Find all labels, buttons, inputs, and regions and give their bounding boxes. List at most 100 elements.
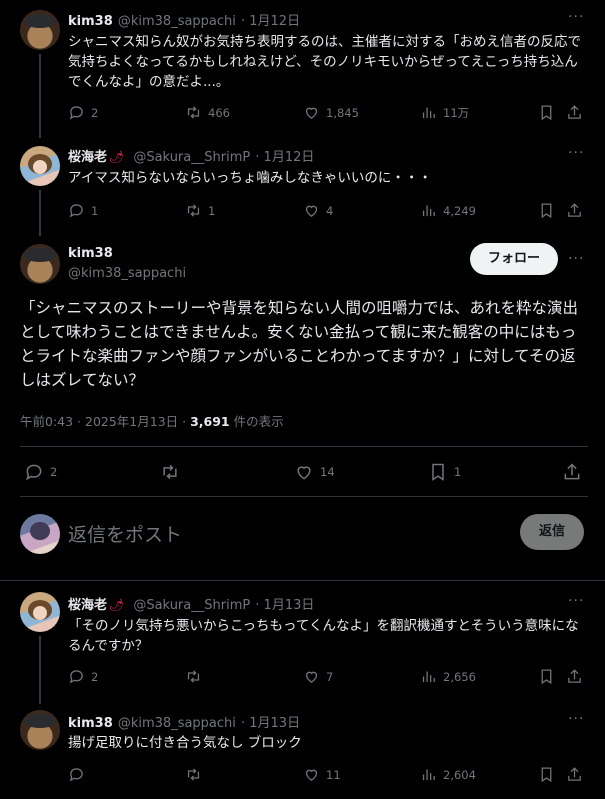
avatar[interactable]	[20, 146, 60, 186]
reply-button[interactable]	[68, 766, 85, 783]
tweet-date[interactable]: · 1月12日	[255, 150, 314, 165]
avatar[interactable]	[20, 10, 60, 50]
avatar[interactable]	[20, 710, 60, 750]
views-button[interactable]: 4,249	[420, 202, 476, 219]
display-name[interactable]: 桜海老	[68, 150, 107, 165]
tweet-text: 「そのノリ気持ち悪いからこっちもってくんなよ」を翻訳機通すとそういう意味になるん…	[68, 618, 579, 654]
reply-icon	[68, 104, 85, 121]
share-icon	[566, 104, 583, 121]
views-button[interactable]: 11万	[420, 104, 469, 121]
display-name[interactable]: kim38	[68, 14, 113, 29]
divider	[20, 446, 588, 447]
retweet-icon	[185, 202, 202, 219]
bookmark-icon	[538, 202, 555, 219]
retweet-button[interactable]: 466	[185, 104, 230, 121]
reply-button[interactable]: 2	[68, 668, 98, 685]
bookmark-icon	[538, 104, 555, 121]
main-tweet-text: 「シャニマスのストーリーや背景を知らない人間の咀嚼力では、あれを粋な演出として味…	[20, 299, 579, 389]
bookmark-icon	[538, 766, 555, 783]
heart-icon	[303, 104, 320, 121]
like-button[interactable]: 7	[303, 668, 333, 685]
shrimp-icon: 🌶	[109, 598, 125, 612]
share-icon	[562, 462, 582, 482]
reply-input[interactable]: 返信をポスト	[68, 520, 182, 547]
more-icon[interactable]: ···	[568, 593, 584, 609]
views-button[interactable]: 2,656	[420, 668, 476, 685]
share-button[interactable]	[566, 202, 583, 219]
bookmark-button[interactable]	[538, 104, 555, 121]
display-name[interactable]: 桜海老	[68, 598, 107, 613]
reply-submit-button[interactable]: 返信	[520, 514, 584, 550]
bookmark-button[interactable]: 1	[428, 462, 461, 482]
share-button[interactable]	[566, 104, 583, 121]
tweet-text: シャニマス知らん奴がお気持ち表明するのは、主催者に対する「おめえ信者の反応で気持…	[68, 34, 581, 90]
reply-button[interactable]: 1	[68, 202, 98, 219]
share-button[interactable]	[562, 462, 582, 482]
views-icon	[420, 766, 437, 783]
avatar[interactable]	[20, 592, 60, 632]
views-icon	[420, 104, 437, 121]
reply-button[interactable]: 2	[24, 462, 57, 482]
retweet-button[interactable]	[185, 766, 202, 783]
more-icon[interactable]: ···	[568, 9, 584, 25]
user-handle[interactable]: @kim38_sappachi	[68, 266, 186, 281]
view-count-suffix: 件の表示	[229, 414, 284, 429]
thread-line	[39, 190, 41, 236]
divider	[0, 580, 605, 581]
user-handle[interactable]: @kim38_sappachi	[118, 14, 236, 29]
tweet-date[interactable]: · 1月13日	[255, 598, 314, 613]
views-icon	[420, 202, 437, 219]
reply-icon	[68, 202, 85, 219]
share-icon	[566, 766, 583, 783]
thread-line	[39, 54, 41, 138]
more-icon[interactable]: ···	[568, 145, 584, 161]
timestamp[interactable]: 午前0:43 · 2025年1月13日 ·	[20, 414, 190, 429]
retweet-button[interactable]: 1	[185, 202, 215, 219]
tweet-text: 揚げ足取りに付き合う気なし ブロック	[68, 735, 302, 751]
tweet-header: kim38 @kim38_sappachi · 1月12日	[68, 10, 300, 29]
thread-line	[39, 636, 41, 704]
more-icon[interactable]: ···	[568, 251, 584, 267]
like-button[interactable]: 11	[303, 766, 341, 783]
like-button[interactable]: 4	[303, 202, 333, 219]
bookmark-button[interactable]	[538, 668, 555, 685]
avatar[interactable]	[20, 244, 60, 284]
heart-icon	[303, 202, 320, 219]
display-name[interactable]: kim38	[68, 716, 113, 731]
reply-icon	[68, 668, 85, 685]
user-handle[interactable]: @Sakura__ShrimP	[133, 150, 250, 165]
tweet-meta: 午前0:43 · 2025年1月13日 · 3,691 件の表示	[20, 411, 284, 430]
display-name[interactable]: kim38	[68, 246, 113, 261]
share-button[interactable]	[566, 766, 583, 783]
follow-button[interactable]: フォロー	[470, 243, 558, 275]
my-avatar[interactable]	[20, 514, 60, 554]
views-button[interactable]: 2,604	[420, 766, 476, 783]
user-handle[interactable]: @kim38_sappachi	[118, 716, 236, 731]
bookmark-button[interactable]	[538, 766, 555, 783]
share-icon	[566, 202, 583, 219]
bookmark-button[interactable]	[538, 202, 555, 219]
retweet-icon	[185, 668, 202, 685]
reply-button[interactable]: 2	[68, 104, 98, 121]
more-icon[interactable]: ···	[568, 711, 584, 727]
retweet-icon	[185, 766, 202, 783]
retweet-icon	[160, 462, 180, 482]
tweet-header: kim38 @kim38_sappachi · 1月13日	[68, 712, 300, 731]
reply-icon	[68, 766, 85, 783]
tweet-date[interactable]: · 1月13日	[241, 716, 300, 731]
retweet-button[interactable]	[185, 668, 202, 685]
like-button[interactable]: 14	[294, 462, 335, 482]
bookmark-icon	[538, 668, 555, 685]
heart-icon	[303, 766, 320, 783]
reply-icon	[24, 462, 44, 482]
view-count: 3,691	[190, 414, 230, 429]
tweet-date[interactable]: · 1月12日	[241, 14, 300, 29]
like-button[interactable]: 1,845	[303, 104, 359, 121]
views-icon	[420, 668, 437, 685]
share-button[interactable]	[566, 668, 583, 685]
heart-icon	[294, 462, 314, 482]
share-icon	[566, 668, 583, 685]
shrimp-icon: 🌶	[109, 150, 125, 164]
user-handle[interactable]: @Sakura__ShrimP	[133, 598, 250, 613]
retweet-button[interactable]	[160, 462, 180, 482]
